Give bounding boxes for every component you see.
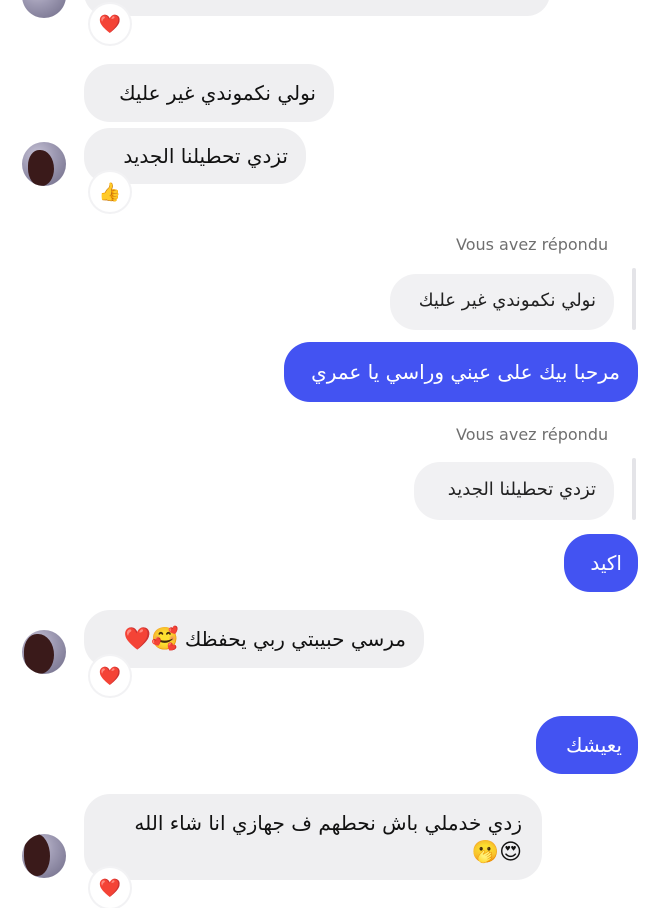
message-text: زدي خدملي باش نحطهم ف جهازي انا شاء الله: [134, 811, 522, 835]
message-bubble-outgoing[interactable]: يعيشك: [536, 716, 638, 774]
inline-emoji: 🥰❤️: [123, 627, 179, 652]
thumbs-up-icon: 👍: [98, 181, 122, 203]
heart-icon: ❤️: [98, 13, 122, 35]
message-bubble-incoming[interactable]: مرسي حبيبتي ربي يحفظك 🥰❤️: [84, 610, 424, 668]
message-text: تزدي تحطيلنا الجديد: [123, 144, 288, 168]
reply-indicator-bar: [632, 458, 636, 520]
reply-meta-label: Vous avez répondu: [456, 235, 609, 254]
message-text: يعيشك: [566, 733, 622, 757]
message-bubble-outgoing[interactable]: مرحبا بيك على عيني وراسي يا عمري: [284, 342, 638, 402]
quoted-message[interactable]: تزدي تحطيلنا الجديد: [414, 462, 614, 520]
reaction-thumbs-up[interactable]: 👍: [90, 172, 130, 212]
reaction-heart[interactable]: ❤️: [90, 868, 130, 908]
quoted-message[interactable]: نولي نكموندي غير عليك: [390, 274, 614, 330]
reply-indicator-bar: [632, 268, 636, 330]
message-bubble-outgoing[interactable]: اكيد: [564, 534, 638, 592]
avatar[interactable]: [22, 0, 66, 18]
heart-icon: ❤️: [98, 877, 122, 899]
reaction-heart[interactable]: ❤️: [90, 656, 130, 696]
heart-icon: ❤️: [98, 665, 122, 687]
quoted-text: نولي نكموندي غير عليك: [418, 290, 596, 311]
avatar[interactable]: [22, 142, 66, 186]
message-text: مرسي حبيبتي ربي يحفظك: [184, 627, 406, 651]
avatar[interactable]: [22, 834, 66, 878]
reply-meta-label: Vous avez répondu: [456, 425, 609, 444]
message-bubble-incoming-partial[interactable]: [84, 0, 550, 16]
quoted-text: تزدي تحطيلنا الجديد: [447, 479, 596, 500]
message-bubble-incoming[interactable]: زدي خدملي باش نحطهم ف جهازي انا شاء الله…: [84, 794, 542, 880]
message-text: نولي نكموندي غير عليك: [119, 81, 316, 105]
inline-emoji: 😍🫢: [471, 840, 522, 865]
avatar[interactable]: [22, 630, 66, 674]
message-text: مرحبا بيك على عيني وراسي يا عمري: [311, 360, 620, 384]
message-bubble-incoming[interactable]: نولي نكموندي غير عليك: [84, 64, 334, 122]
message-text: اكيد: [590, 551, 622, 575]
reaction-heart[interactable]: ❤️: [90, 4, 130, 44]
